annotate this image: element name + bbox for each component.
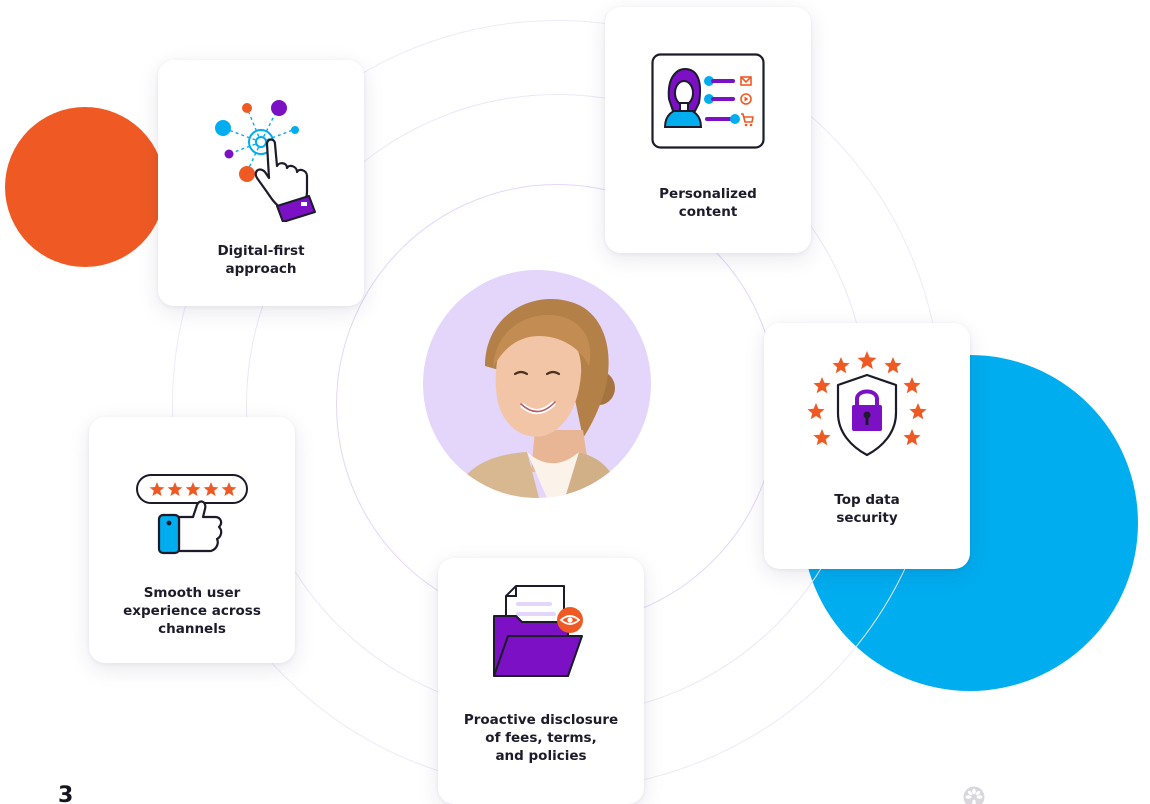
profile-card-icon [651, 53, 765, 153]
card-top-data-security-label: Top data security [772, 491, 962, 527]
infographic: Digital-first approach Personalized cont… [0, 0, 1150, 804]
label-line: of fees, terms, [485, 730, 597, 746]
label-line: Digital-first [217, 243, 305, 259]
label-line: experience across [123, 603, 261, 619]
card-personalized-content: Personalized content [605, 7, 811, 253]
label-line: content [678, 204, 738, 220]
label-line: and policies [495, 748, 587, 764]
card-digital-first: Digital-first approach [158, 60, 364, 306]
shield-lock-icon [802, 345, 932, 465]
folder-eye-icon [486, 580, 596, 688]
woman-portrait-image [423, 270, 651, 498]
label-line: Smooth user [143, 585, 241, 601]
card-proactive-disclosure: Proactive disclosure of fees, terms, and… [438, 558, 644, 804]
label-line: approach [225, 261, 297, 277]
label-line: Personalized [659, 186, 757, 202]
label-line: Top data [834, 492, 900, 508]
flower-logo-icon [963, 786, 985, 804]
hand-pointer-network-icon [201, 82, 321, 226]
card-smooth-user-experience-label: Smooth user experience across channels [97, 584, 287, 638]
label-line: channels [158, 621, 226, 637]
thumbs-up-rating-icon [131, 469, 253, 559]
orange-circle [5, 107, 165, 267]
label-line: security [836, 510, 898, 526]
label-line: Proactive disclosure [463, 712, 619, 728]
card-digital-first-label: Digital-first approach [166, 242, 356, 278]
card-personalized-content-label: Personalized content [613, 185, 803, 221]
card-top-data-security: Top data security [764, 323, 970, 569]
central-portrait [423, 270, 651, 498]
card-proactive-disclosure-label: Proactive disclosure of fees, terms, and… [446, 711, 636, 765]
page-number: 3 [58, 783, 74, 804]
card-smooth-user-experience: Smooth user experience across channels [89, 417, 295, 663]
